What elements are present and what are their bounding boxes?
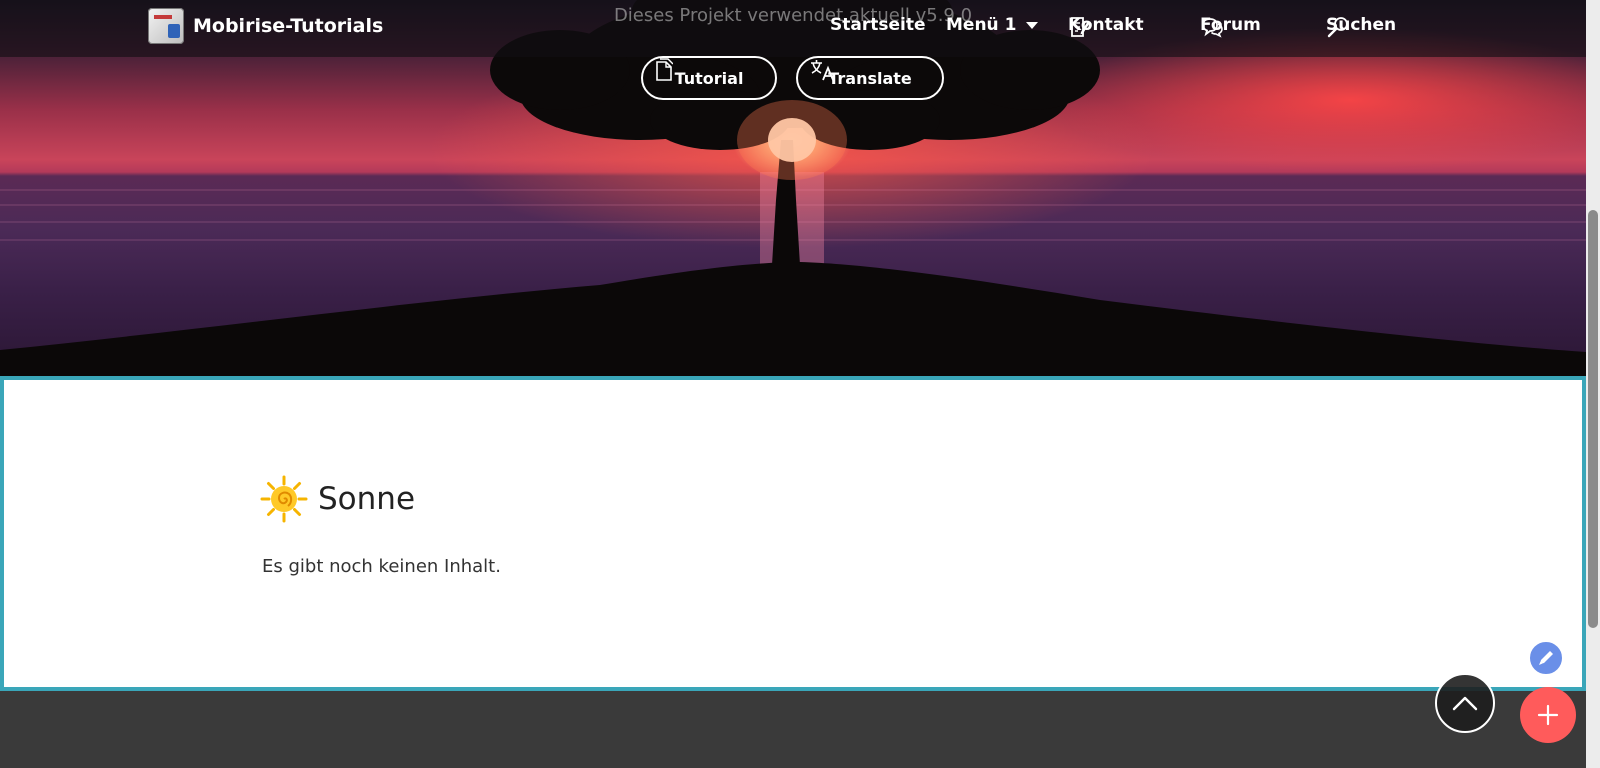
brand-name[interactable]: Mobirise-Tutorials	[193, 15, 383, 37]
pen-icon	[1539, 651, 1553, 665]
tutorial-button-label[interactable]: Tutorial	[675, 69, 744, 88]
sun-icon	[260, 475, 308, 523]
tutorial-button[interactable]: Tutorial	[641, 56, 777, 100]
document-icon	[656, 58, 673, 81]
nav-item-forum[interactable]: Forum	[1200, 15, 1261, 38]
nav-home-label[interactable]: Startseite	[830, 15, 925, 35]
caret-down-icon[interactable]	[1026, 21, 1039, 29]
translate-icon	[811, 60, 834, 81]
translate-button-label[interactable]: Translate	[828, 69, 912, 88]
nav-item-contact[interactable]: Kontakt	[1068, 15, 1144, 37]
brand-logo[interactable]	[148, 8, 184, 44]
section-heading: Sonne	[260, 475, 415, 523]
content-section: Sonne Es gibt noch keinen Inhalt.	[0, 376, 1586, 691]
hero-banner: Dieses Projekt verwendet aktuell v5.9.0 …	[0, 0, 1586, 376]
scrollbar-thumb[interactable]	[1588, 210, 1598, 628]
scroll-to-top-button[interactable]	[1435, 673, 1495, 733]
edit-button[interactable]	[1528, 640, 1564, 676]
chat-bubbles-icon	[1202, 18, 1223, 38]
section-title: Sonne	[318, 481, 416, 517]
note-edit-icon	[1071, 17, 1090, 37]
nav-item-search[interactable]: Suchen	[1326, 15, 1396, 38]
nav-item-home[interactable]: Startseite	[830, 15, 925, 35]
add-block-button[interactable]	[1520, 687, 1576, 743]
translate-button[interactable]: Translate	[796, 56, 944, 100]
brand[interactable]: Mobirise-Tutorials	[148, 8, 383, 44]
chevron-up-icon	[1452, 696, 1478, 711]
nav-menu1-label[interactable]: Menü 1	[946, 15, 1016, 35]
page-scrollbar[interactable]	[1586, 0, 1600, 768]
plus-icon	[1537, 704, 1559, 726]
section-text: Es gibt noch keinen Inhalt.	[262, 556, 501, 577]
nav-item-menu1[interactable]: Menü 1	[946, 15, 1039, 35]
magnifier-icon	[1327, 17, 1348, 38]
footer-band	[0, 691, 1586, 768]
